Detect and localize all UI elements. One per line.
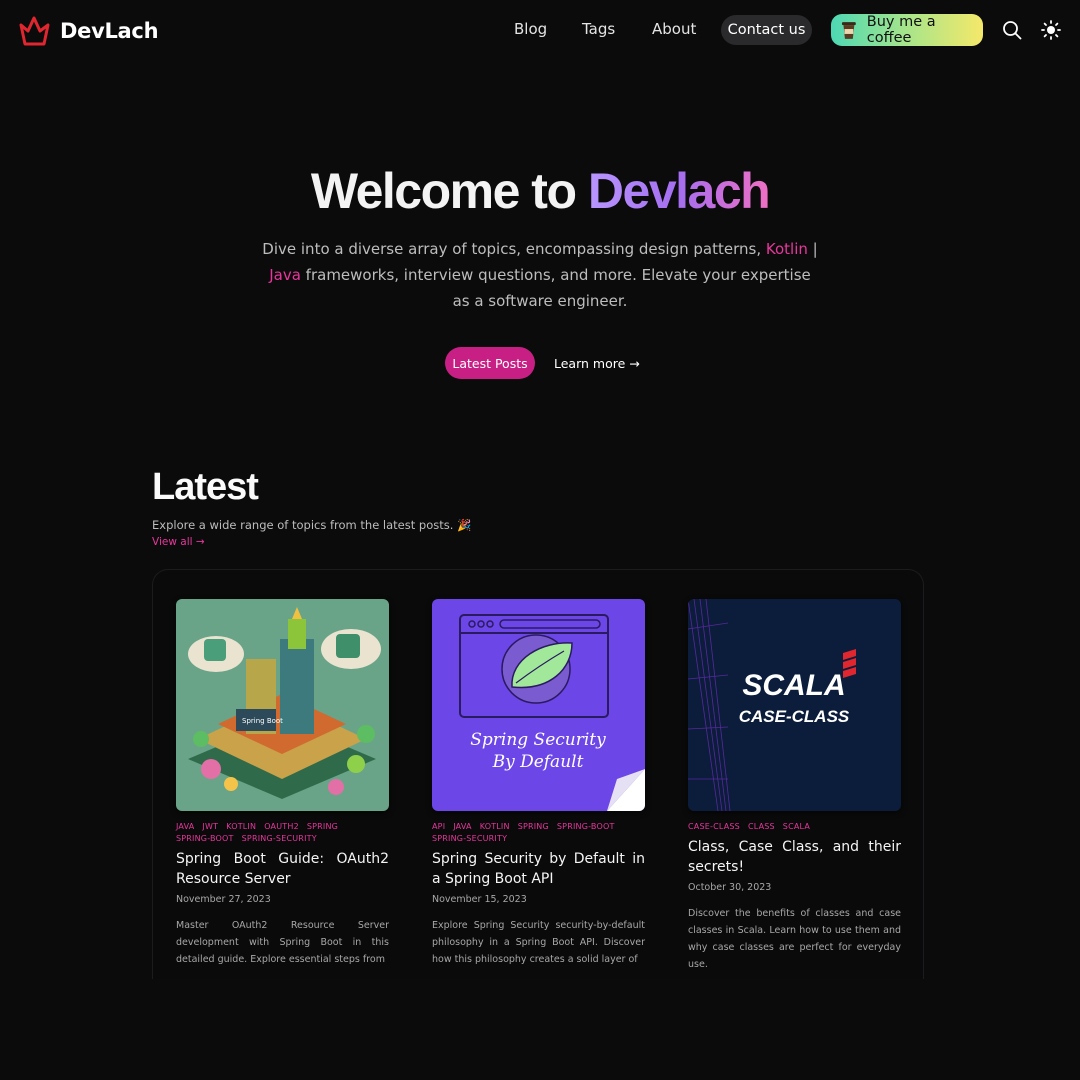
spring-leaf-illustration: Spring Security By Default bbox=[432, 599, 645, 811]
thumbnail-line1: SCALA bbox=[742, 669, 845, 702]
tag-jwt[interactable]: JWT bbox=[202, 822, 218, 832]
hero-desc-sep: | bbox=[807, 240, 818, 258]
thumbnail-line2: By Default bbox=[492, 752, 584, 772]
sun-icon[interactable] bbox=[1041, 20, 1061, 40]
hero-desc-part2: frameworks, interview questions, and mor… bbox=[300, 266, 811, 310]
post-description: Explore Spring Security security-by-defa… bbox=[432, 920, 645, 965]
tag-spring-boot[interactable]: SPRING-BOOT bbox=[557, 822, 615, 832]
brand-name: DevLach bbox=[60, 18, 159, 43]
post-title[interactable]: Class, Case Class, and their secrets! bbox=[688, 838, 901, 877]
tag-oauth2[interactable]: OAUTH2 bbox=[264, 822, 299, 832]
brand-logo[interactable]: DevLach bbox=[18, 14, 159, 47]
latest-subtitle: Explore a wide range of topics from the … bbox=[152, 518, 472, 532]
thumbnail-line1: Spring Security bbox=[470, 730, 606, 750]
tag-scala[interactable]: SCALA bbox=[783, 822, 810, 832]
latest-posts-label: Latest Posts bbox=[452, 355, 528, 371]
tag-case-class[interactable]: CASE-CLASS bbox=[688, 822, 740, 832]
page-bottom-background bbox=[0, 980, 1080, 1080]
hero-title: Welcome to Devlach bbox=[0, 162, 1080, 220]
tag-spring-security[interactable]: SPRING-SECURITY bbox=[242, 834, 317, 844]
nav-blog[interactable]: Blog bbox=[514, 20, 547, 38]
post-tags: CASE-CLASS CLASS SCALA bbox=[688, 822, 901, 832]
post-tags: API JAVA KOTLIN SPRING SPRING-BOOT SPRIN… bbox=[432, 822, 645, 844]
post-card[interactable]: Spring Boot JAVA JWT KOTLIN OAUTH2 SPRIN… bbox=[176, 599, 389, 968]
post-date: November 15, 2023 bbox=[432, 894, 527, 905]
post-thumbnail[interactable]: Spring Boot bbox=[176, 599, 389, 811]
tag-api[interactable]: API bbox=[432, 822, 445, 832]
hero-desc-part1: Dive into a diverse array of topics, enc… bbox=[262, 240, 766, 258]
hero-actions: Latest Posts Learn more → bbox=[445, 347, 640, 379]
nav-about[interactable]: About bbox=[652, 20, 696, 38]
post-date: November 27, 2023 bbox=[176, 894, 271, 905]
post-title[interactable]: Spring Security by Default in a Spring B… bbox=[432, 850, 645, 889]
java-link[interactable]: Java bbox=[269, 266, 301, 284]
tag-java[interactable]: JAVA bbox=[176, 822, 194, 832]
posts-container: Spring Boot JAVA JWT KOTLIN OAUTH2 SPRIN… bbox=[152, 569, 924, 979]
post-card[interactable]: Spring Security By Default API JAVA KOTL… bbox=[432, 599, 645, 968]
nav-tags[interactable]: Tags bbox=[582, 20, 615, 38]
isometric-city-illustration: Spring Boot bbox=[176, 599, 389, 811]
post-thumbnail[interactable]: Spring Security By Default bbox=[432, 599, 645, 811]
thumbnail-line2: CASE-CLASS bbox=[739, 707, 850, 726]
buy-coffee-label: Buy me a coffee bbox=[866, 14, 936, 46]
contact-button[interactable]: Contact us bbox=[721, 15, 812, 45]
post-date: October 30, 2023 bbox=[688, 882, 772, 893]
hero-title-highlight: Devlach bbox=[587, 163, 771, 219]
buy-coffee-button[interactable]: Buy me a coffee bbox=[831, 14, 983, 46]
site-header: DevLach Blog Tags About Contact us Buy m… bbox=[0, 0, 1080, 62]
tag-kotlin[interactable]: KOTLIN bbox=[226, 822, 256, 832]
search-icon[interactable] bbox=[1002, 20, 1022, 40]
tag-java[interactable]: JAVA bbox=[453, 822, 471, 832]
hero-description: Dive into a diverse array of topics, enc… bbox=[262, 236, 818, 314]
scala-case-class-illustration: SCALA CASE-CLASS bbox=[688, 599, 901, 811]
kotlin-link[interactable]: Kotlin bbox=[766, 240, 808, 258]
crown-logo-icon bbox=[19, 16, 50, 46]
post-tags: JAVA JWT KOTLIN OAUTH2 SPRING SPRING-BOO… bbox=[176, 822, 389, 844]
contact-button-label: Contact us bbox=[727, 22, 806, 38]
tag-spring-security[interactable]: SPRING-SECURITY bbox=[432, 834, 507, 844]
post-description: Discover the benefits of classes and cas… bbox=[688, 908, 901, 970]
tag-class[interactable]: CLASS bbox=[748, 822, 775, 832]
post-card[interactable]: SCALA CASE-CLASS CASE-CLASS CLASS SCALA … bbox=[688, 599, 901, 973]
latest-posts-button[interactable]: Latest Posts bbox=[445, 347, 535, 379]
latest-heading: Latest bbox=[152, 466, 259, 508]
thumbnail-spring-boot-label: Spring Boot bbox=[242, 717, 283, 725]
tag-kotlin[interactable]: KOTLIN bbox=[480, 822, 510, 832]
post-thumbnail[interactable]: SCALA CASE-CLASS bbox=[688, 599, 901, 811]
tag-spring[interactable]: SPRING bbox=[307, 822, 338, 832]
tag-spring[interactable]: SPRING bbox=[518, 822, 549, 832]
post-description: Master OAuth2 Resource Server developmen… bbox=[176, 920, 389, 965]
post-title[interactable]: Spring Boot Guide: OAuth2 Resource Serve… bbox=[176, 850, 389, 889]
tag-spring-boot[interactable]: SPRING-BOOT bbox=[176, 834, 234, 844]
view-all-link[interactable]: View all → bbox=[152, 536, 205, 548]
learn-more-link[interactable]: Learn more → bbox=[554, 356, 640, 371]
hero-title-prefix: Welcome to bbox=[310, 163, 588, 219]
coffee-cup-icon bbox=[841, 22, 856, 39]
